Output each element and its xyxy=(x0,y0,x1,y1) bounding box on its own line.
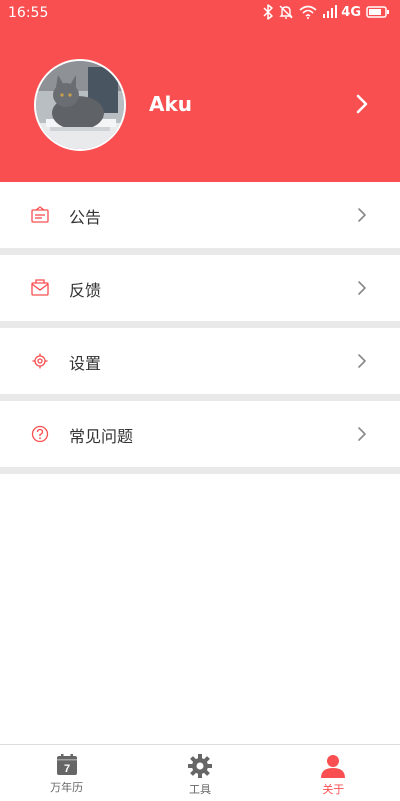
chevron-right-icon xyxy=(358,427,366,441)
tab-about[interactable]: 关于 xyxy=(267,745,400,801)
menu-item-feedback[interactable]: 反馈 xyxy=(0,255,400,328)
gear-icon xyxy=(187,754,212,778)
menu-list: 公告 反馈 设置 常见问题 xyxy=(0,182,400,474)
menu-item-settings[interactable]: 设置 xyxy=(0,328,400,401)
wifi-icon xyxy=(299,5,317,19)
bluetooth-icon xyxy=(263,4,274,20)
chevron-right-icon xyxy=(358,208,366,222)
bottom-tab-bar: 7 万年历 工具 关于 xyxy=(0,744,400,801)
tab-calendar[interactable]: 7 万年历 xyxy=(0,745,133,801)
chevron-right-icon xyxy=(358,354,366,368)
menu-item-announcement[interactable]: 公告 xyxy=(0,182,400,255)
chevron-right-icon[interactable] xyxy=(355,94,369,114)
menu-item-label: 常见问题 xyxy=(69,427,134,446)
username[interactable]: Aku xyxy=(149,92,192,116)
chevron-right-icon xyxy=(358,281,366,295)
signal-icon xyxy=(323,5,338,18)
status-time: 16:55 xyxy=(8,5,49,21)
menu-item-faq[interactable]: 常见问题 xyxy=(0,401,400,474)
feedback-mail-icon xyxy=(31,279,49,296)
settings-gear-icon xyxy=(32,353,48,369)
menu-item-label: 公告 xyxy=(69,208,102,227)
avatar[interactable] xyxy=(34,59,126,151)
calendar-icon: 7 xyxy=(56,754,77,775)
tab-tools[interactable]: 工具 xyxy=(133,745,266,801)
cat-photo-avatar-image xyxy=(36,61,124,149)
menu-item-label: 设置 xyxy=(69,354,102,373)
tab-label: 工具 xyxy=(188,783,211,796)
network-type: 4G xyxy=(341,4,361,20)
menu-item-label: 反馈 xyxy=(69,281,102,300)
calendar-day-number: 7 xyxy=(64,763,70,775)
tab-label: 万年历 xyxy=(50,781,84,794)
question-icon xyxy=(31,425,49,443)
status-bar: 16:55 4G xyxy=(0,0,400,28)
mute-bell-icon xyxy=(279,5,293,19)
announcement-icon xyxy=(31,206,49,223)
battery-icon xyxy=(366,6,389,18)
tab-label: 关于 xyxy=(322,783,345,796)
user-icon xyxy=(321,755,346,778)
